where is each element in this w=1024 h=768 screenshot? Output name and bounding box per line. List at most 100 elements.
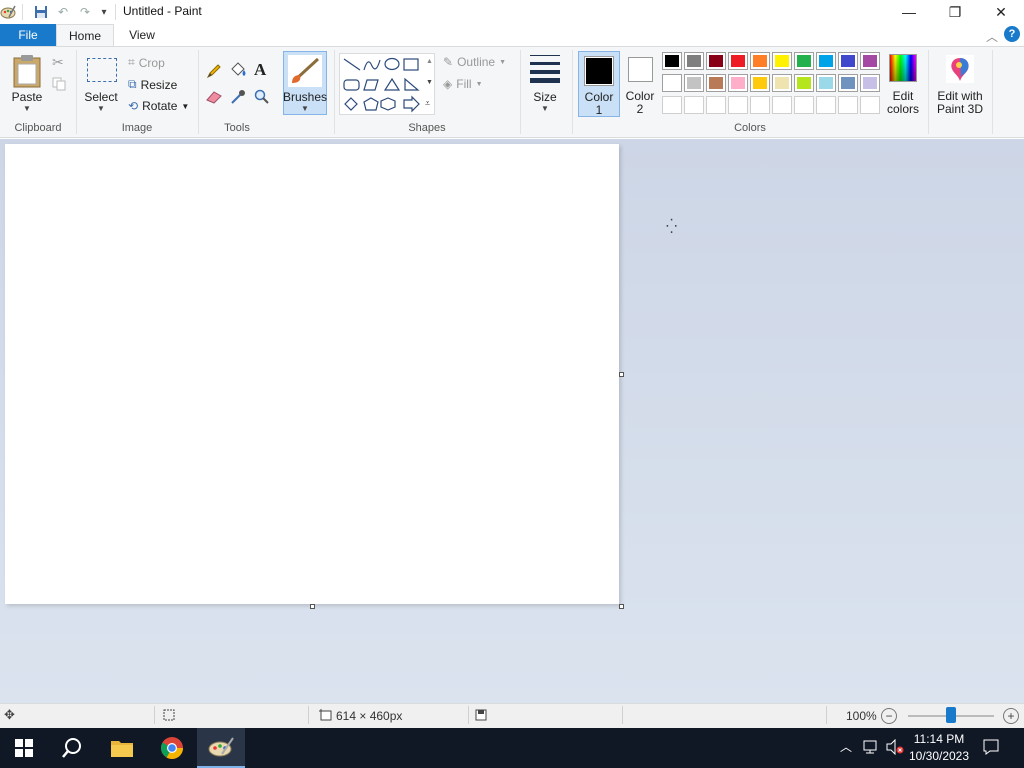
size-button[interactable]: Size ▼	[526, 52, 564, 116]
paint-icon	[208, 737, 234, 757]
text-tool-icon[interactable]: A	[254, 60, 266, 80]
palette-swatch[interactable]	[860, 74, 880, 92]
custom-color-slot[interactable]	[816, 96, 836, 114]
maximize-button[interactable]: ❐	[932, 0, 978, 24]
brush-icon	[288, 55, 322, 87]
fill-button[interactable]: ◈ Fill ▼	[443, 77, 483, 91]
canvas-resize-handle-bottom[interactable]	[310, 604, 315, 609]
color-palette	[662, 52, 882, 118]
palette-swatch[interactable]	[728, 52, 748, 70]
palette-swatch[interactable]	[816, 52, 836, 70]
zoom-level-text: 100%	[846, 709, 877, 723]
select-button[interactable]: Select ▼	[84, 54, 118, 116]
brushes-button[interactable]: Brushes ▼	[283, 51, 327, 115]
palette-swatch[interactable]	[684, 52, 704, 70]
custom-color-slot[interactable]	[684, 96, 704, 114]
tab-home[interactable]: Home	[56, 24, 114, 46]
eraser-icon[interactable]	[206, 90, 222, 107]
palette-swatch[interactable]	[750, 52, 770, 70]
palette-swatch[interactable]	[728, 74, 748, 92]
palette-swatch[interactable]	[816, 74, 836, 92]
status-separator	[622, 706, 623, 724]
canvas-size-text: 614 × 460px	[336, 709, 403, 723]
tab-view[interactable]: View	[114, 24, 170, 46]
save-icon[interactable]	[33, 4, 49, 20]
palette-swatch[interactable]	[684, 74, 704, 92]
start-button[interactable]	[0, 728, 48, 768]
color-picker-icon[interactable]	[230, 89, 246, 108]
pencil-icon[interactable]	[206, 63, 222, 82]
edit-colors-button[interactable]: Edit colors	[884, 52, 922, 118]
network-icon[interactable]	[862, 739, 880, 758]
shapes-expand-icon[interactable]: ⩡	[425, 98, 430, 109]
chrome-button[interactable]	[148, 728, 196, 768]
magnifier-icon[interactable]	[254, 89, 270, 108]
outline-dropdown-icon: ▼	[499, 58, 507, 66]
customize-quick-access-icon[interactable]: ▾	[96, 4, 112, 20]
cut-icon[interactable]: ✂	[52, 54, 64, 71]
palette-swatch[interactable]	[794, 74, 814, 92]
color2-label: Color	[625, 89, 655, 103]
custom-color-slot[interactable]	[728, 96, 748, 114]
custom-color-slot[interactable]	[860, 96, 880, 114]
custom-color-slot[interactable]	[772, 96, 792, 114]
file-explorer-button[interactable]	[98, 728, 146, 768]
help-icon[interactable]: ?	[1004, 26, 1020, 42]
status-separator	[468, 706, 469, 724]
palette-swatch[interactable]	[706, 52, 726, 70]
rotate-button[interactable]: ⟲ Rotate ▼	[128, 99, 189, 113]
minimize-button[interactable]: —	[886, 0, 932, 24]
custom-color-slot[interactable]	[838, 96, 858, 114]
clock-date: 10/30/2023	[908, 749, 970, 763]
palette-swatch[interactable]	[860, 52, 880, 70]
zoom-slider-thumb[interactable]	[946, 707, 956, 723]
palette-swatch[interactable]	[750, 74, 770, 92]
palette-swatch[interactable]	[662, 74, 682, 92]
zoom-in-button[interactable]: +	[1003, 708, 1019, 724]
volume-muted-icon[interactable]	[886, 738, 904, 758]
crop-button[interactable]: ⌗ Crop	[128, 55, 165, 70]
image-group-label: Image	[121, 122, 153, 134]
paste-button[interactable]: Paste ▼	[8, 52, 46, 116]
paint-app-icon[interactable]	[0, 4, 16, 20]
edit-with-paint3d-button[interactable]: Edit with Paint 3D	[934, 52, 986, 118]
outline-button[interactable]: ✎ Outline ▼	[443, 55, 506, 69]
drawing-canvas[interactable]	[5, 144, 619, 604]
redo-icon[interactable]: ↷	[77, 4, 93, 20]
palette-swatch[interactable]	[662, 52, 682, 70]
canvas-resize-handle-corner[interactable]	[619, 604, 624, 609]
zoom-out-button[interactable]: −	[881, 708, 897, 724]
custom-color-slot[interactable]	[794, 96, 814, 114]
brushes-dropdown-icon: ▼	[301, 104, 309, 113]
palette-swatch[interactable]	[772, 74, 792, 92]
custom-color-slot[interactable]	[750, 96, 770, 114]
shapes-scroll-down-icon[interactable]: ▼	[426, 79, 433, 86]
close-button[interactable]: ✕	[978, 0, 1024, 24]
canvas-resize-handle-right[interactable]	[619, 372, 624, 377]
custom-color-slot[interactable]	[662, 96, 682, 114]
resize-button[interactable]: ⧉ Resize	[128, 77, 177, 92]
palette-swatch[interactable]	[772, 52, 792, 70]
color1-button[interactable]: Color 1	[578, 51, 620, 117]
tab-file[interactable]: File	[0, 24, 56, 46]
paint-taskbar-button[interactable]	[197, 728, 245, 768]
palette-swatch[interactable]	[838, 74, 858, 92]
color2-button[interactable]: Color 2	[622, 51, 658, 117]
shapes-scroll-up-icon[interactable]: ▲	[426, 58, 433, 65]
custom-color-slot[interactable]	[706, 96, 726, 114]
show-hidden-icons-icon[interactable]: ︿	[840, 738, 852, 755]
undo-icon[interactable]: ↶	[55, 4, 71, 20]
crop-label: Crop	[138, 55, 165, 70]
taskbar-clock[interactable]: 11:14 PM 10/30/2023	[904, 731, 974, 765]
palette-swatch[interactable]	[838, 52, 858, 70]
outline-label: Outline	[457, 55, 496, 69]
search-button[interactable]	[48, 728, 96, 768]
palette-swatch-color	[753, 55, 767, 67]
fill-bucket-icon[interactable]	[229, 62, 247, 81]
collapse-ribbon-icon[interactable]: ︿	[986, 28, 998, 45]
notifications-icon[interactable]	[982, 738, 1000, 759]
palette-swatch[interactable]	[706, 74, 726, 92]
copy-icon[interactable]	[52, 77, 66, 94]
palette-swatch[interactable]	[794, 52, 814, 70]
shapes-gallery[interactable]: ▲ ▼ ⩡	[339, 53, 435, 115]
